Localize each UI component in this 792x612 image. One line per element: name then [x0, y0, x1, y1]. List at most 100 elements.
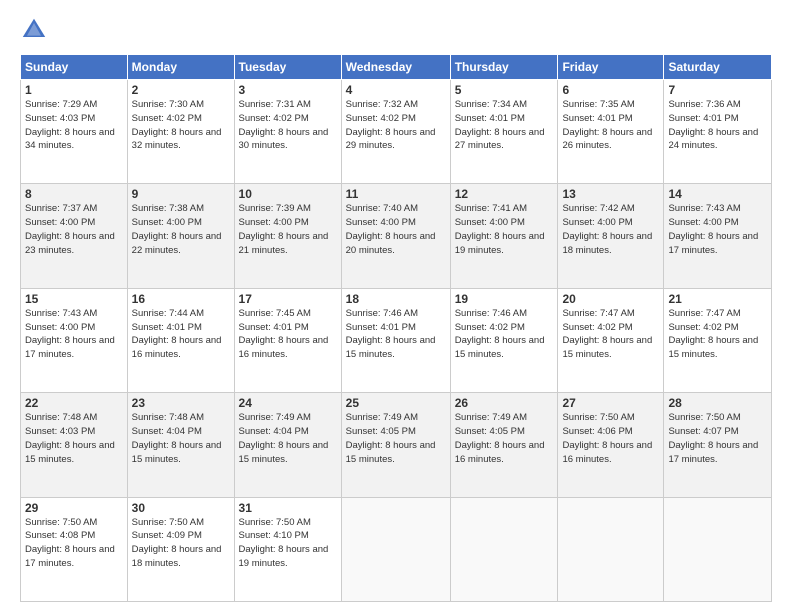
day-cell: 28 Sunrise: 7:50 AMSunset: 4:07 PMDaylig… [664, 393, 772, 497]
day-info: Sunrise: 7:48 AMSunset: 4:03 PMDaylight:… [25, 412, 115, 464]
day-info: Sunrise: 7:48 AMSunset: 4:04 PMDaylight:… [132, 412, 222, 464]
col-header-wednesday: Wednesday [341, 55, 450, 80]
col-header-friday: Friday [558, 55, 664, 80]
day-number: 31 [239, 501, 337, 515]
day-cell: 13 Sunrise: 7:42 AMSunset: 4:00 PMDaylig… [558, 184, 664, 288]
day-cell: 8 Sunrise: 7:37 AMSunset: 4:00 PMDayligh… [21, 184, 128, 288]
day-info: Sunrise: 7:49 AMSunset: 4:05 PMDaylight:… [455, 412, 545, 464]
day-number: 10 [239, 187, 337, 201]
col-header-sunday: Sunday [21, 55, 128, 80]
day-info: Sunrise: 7:36 AMSunset: 4:01 PMDaylight:… [668, 99, 758, 151]
day-cell [341, 497, 450, 601]
logo-icon [20, 16, 48, 44]
day-cell: 11 Sunrise: 7:40 AMSunset: 4:00 PMDaylig… [341, 184, 450, 288]
day-cell: 7 Sunrise: 7:36 AMSunset: 4:01 PMDayligh… [664, 80, 772, 184]
day-cell: 23 Sunrise: 7:48 AMSunset: 4:04 PMDaylig… [127, 393, 234, 497]
day-info: Sunrise: 7:46 AMSunset: 4:01 PMDaylight:… [346, 308, 436, 360]
day-info: Sunrise: 7:44 AMSunset: 4:01 PMDaylight:… [132, 308, 222, 360]
day-cell: 24 Sunrise: 7:49 AMSunset: 4:04 PMDaylig… [234, 393, 341, 497]
day-number: 3 [239, 83, 337, 97]
day-info: Sunrise: 7:50 AMSunset: 4:07 PMDaylight:… [668, 412, 758, 464]
day-number: 27 [562, 396, 659, 410]
day-cell: 29 Sunrise: 7:50 AMSunset: 4:08 PMDaylig… [21, 497, 128, 601]
day-info: Sunrise: 7:43 AMSunset: 4:00 PMDaylight:… [25, 308, 115, 360]
day-cell: 21 Sunrise: 7:47 AMSunset: 4:02 PMDaylig… [664, 288, 772, 392]
day-info: Sunrise: 7:39 AMSunset: 4:00 PMDaylight:… [239, 203, 329, 255]
day-cell: 12 Sunrise: 7:41 AMSunset: 4:00 PMDaylig… [450, 184, 558, 288]
header [20, 16, 772, 44]
day-info: Sunrise: 7:47 AMSunset: 4:02 PMDaylight:… [562, 308, 652, 360]
day-info: Sunrise: 7:46 AMSunset: 4:02 PMDaylight:… [455, 308, 545, 360]
day-number: 9 [132, 187, 230, 201]
col-header-saturday: Saturday [664, 55, 772, 80]
day-info: Sunrise: 7:43 AMSunset: 4:00 PMDaylight:… [668, 203, 758, 255]
day-number: 4 [346, 83, 446, 97]
day-info: Sunrise: 7:49 AMSunset: 4:05 PMDaylight:… [346, 412, 436, 464]
day-number: 23 [132, 396, 230, 410]
day-cell: 22 Sunrise: 7:48 AMSunset: 4:03 PMDaylig… [21, 393, 128, 497]
week-row-5: 29 Sunrise: 7:50 AMSunset: 4:08 PMDaylig… [21, 497, 772, 601]
day-number: 30 [132, 501, 230, 515]
day-cell: 27 Sunrise: 7:50 AMSunset: 4:06 PMDaylig… [558, 393, 664, 497]
day-number: 6 [562, 83, 659, 97]
day-number: 22 [25, 396, 123, 410]
day-info: Sunrise: 7:42 AMSunset: 4:00 PMDaylight:… [562, 203, 652, 255]
day-cell: 17 Sunrise: 7:45 AMSunset: 4:01 PMDaylig… [234, 288, 341, 392]
day-number: 1 [25, 83, 123, 97]
day-cell: 5 Sunrise: 7:34 AMSunset: 4:01 PMDayligh… [450, 80, 558, 184]
day-info: Sunrise: 7:45 AMSunset: 4:01 PMDaylight:… [239, 308, 329, 360]
day-number: 24 [239, 396, 337, 410]
day-cell: 25 Sunrise: 7:49 AMSunset: 4:05 PMDaylig… [341, 393, 450, 497]
day-info: Sunrise: 7:50 AMSunset: 4:06 PMDaylight:… [562, 412, 652, 464]
day-info: Sunrise: 7:50 AMSunset: 4:10 PMDaylight:… [239, 517, 329, 569]
day-cell: 10 Sunrise: 7:39 AMSunset: 4:00 PMDaylig… [234, 184, 341, 288]
page: SundayMondayTuesdayWednesdayThursdayFrid… [0, 0, 792, 612]
day-cell: 18 Sunrise: 7:46 AMSunset: 4:01 PMDaylig… [341, 288, 450, 392]
day-number: 14 [668, 187, 767, 201]
day-info: Sunrise: 7:40 AMSunset: 4:00 PMDaylight:… [346, 203, 436, 255]
day-cell [450, 497, 558, 601]
day-number: 15 [25, 292, 123, 306]
calendar: SundayMondayTuesdayWednesdayThursdayFrid… [20, 54, 772, 602]
day-cell [664, 497, 772, 601]
week-row-1: 1 Sunrise: 7:29 AMSunset: 4:03 PMDayligh… [21, 80, 772, 184]
day-number: 2 [132, 83, 230, 97]
day-number: 29 [25, 501, 123, 515]
day-info: Sunrise: 7:47 AMSunset: 4:02 PMDaylight:… [668, 308, 758, 360]
day-number: 16 [132, 292, 230, 306]
day-number: 5 [455, 83, 554, 97]
day-cell: 9 Sunrise: 7:38 AMSunset: 4:00 PMDayligh… [127, 184, 234, 288]
day-info: Sunrise: 7:38 AMSunset: 4:00 PMDaylight:… [132, 203, 222, 255]
day-number: 17 [239, 292, 337, 306]
day-number: 28 [668, 396, 767, 410]
day-info: Sunrise: 7:50 AMSunset: 4:08 PMDaylight:… [25, 517, 115, 569]
day-number: 25 [346, 396, 446, 410]
day-cell: 3 Sunrise: 7:31 AMSunset: 4:02 PMDayligh… [234, 80, 341, 184]
calendar-header-row: SundayMondayTuesdayWednesdayThursdayFrid… [21, 55, 772, 80]
day-cell: 19 Sunrise: 7:46 AMSunset: 4:02 PMDaylig… [450, 288, 558, 392]
calendar-table: SundayMondayTuesdayWednesdayThursdayFrid… [20, 54, 772, 602]
day-cell: 16 Sunrise: 7:44 AMSunset: 4:01 PMDaylig… [127, 288, 234, 392]
col-header-thursday: Thursday [450, 55, 558, 80]
day-cell: 6 Sunrise: 7:35 AMSunset: 4:01 PMDayligh… [558, 80, 664, 184]
logo [20, 16, 52, 44]
day-info: Sunrise: 7:30 AMSunset: 4:02 PMDaylight:… [132, 99, 222, 151]
day-info: Sunrise: 7:35 AMSunset: 4:01 PMDaylight:… [562, 99, 652, 151]
day-number: 8 [25, 187, 123, 201]
day-cell: 30 Sunrise: 7:50 AMSunset: 4:09 PMDaylig… [127, 497, 234, 601]
day-info: Sunrise: 7:49 AMSunset: 4:04 PMDaylight:… [239, 412, 329, 464]
day-cell: 14 Sunrise: 7:43 AMSunset: 4:00 PMDaylig… [664, 184, 772, 288]
day-number: 18 [346, 292, 446, 306]
day-info: Sunrise: 7:31 AMSunset: 4:02 PMDaylight:… [239, 99, 329, 151]
day-info: Sunrise: 7:29 AMSunset: 4:03 PMDaylight:… [25, 99, 115, 151]
day-cell: 2 Sunrise: 7:30 AMSunset: 4:02 PMDayligh… [127, 80, 234, 184]
col-header-tuesday: Tuesday [234, 55, 341, 80]
day-cell: 20 Sunrise: 7:47 AMSunset: 4:02 PMDaylig… [558, 288, 664, 392]
day-info: Sunrise: 7:41 AMSunset: 4:00 PMDaylight:… [455, 203, 545, 255]
day-info: Sunrise: 7:32 AMSunset: 4:02 PMDaylight:… [346, 99, 436, 151]
day-number: 7 [668, 83, 767, 97]
week-row-3: 15 Sunrise: 7:43 AMSunset: 4:00 PMDaylig… [21, 288, 772, 392]
day-info: Sunrise: 7:34 AMSunset: 4:01 PMDaylight:… [455, 99, 545, 151]
day-cell: 15 Sunrise: 7:43 AMSunset: 4:00 PMDaylig… [21, 288, 128, 392]
day-cell: 4 Sunrise: 7:32 AMSunset: 4:02 PMDayligh… [341, 80, 450, 184]
